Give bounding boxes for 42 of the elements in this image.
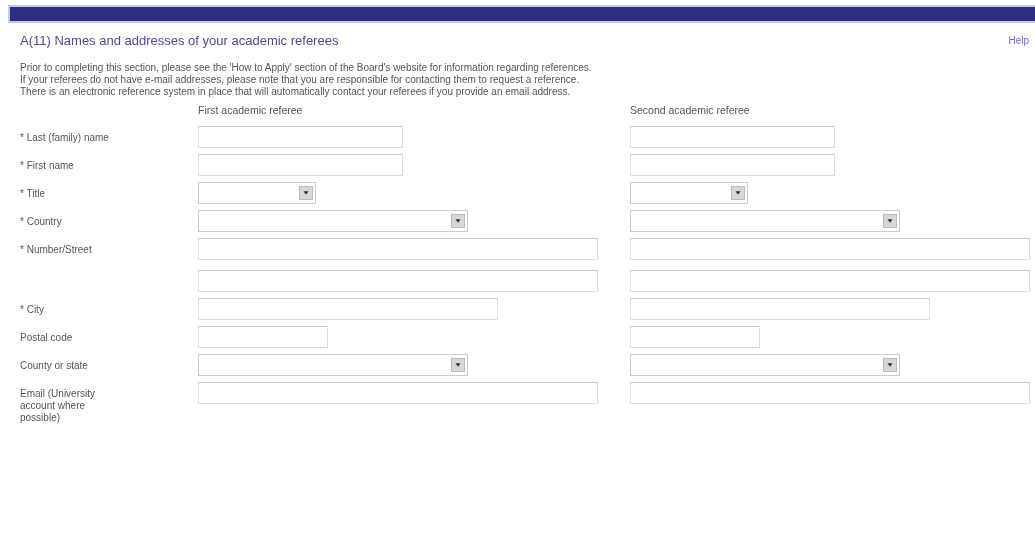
field-label: * Title (20, 188, 45, 199)
column-heading: Second academic referee (630, 104, 750, 116)
caret-icon (731, 186, 745, 200)
caret-icon (451, 358, 465, 372)
field-label: Postal code (20, 332, 73, 343)
help-link[interactable]: Help (1008, 35, 1029, 46)
field-label: * Number/Street (20, 244, 92, 255)
caret-icon (299, 186, 313, 200)
text-field[interactable] (630, 154, 835, 176)
section-title: A(11) Names and addresses of your academic referees (20, 33, 339, 48)
field-label: County or state (20, 360, 88, 371)
text-field[interactable] (630, 298, 930, 320)
dropdown[interactable] (630, 210, 900, 232)
instruction-text: If your referees do not have e-mail addresses, please note that you are responsible for contacting them to request a reference. (20, 74, 581, 86)
text-field[interactable] (198, 126, 403, 148)
caret-icon (883, 214, 897, 228)
text-field[interactable] (198, 270, 598, 292)
text-field[interactable] (198, 298, 498, 320)
text-field[interactable] (630, 238, 1030, 260)
field-label: * Country (20, 216, 62, 227)
text-field[interactable] (630, 270, 1030, 292)
text-field[interactable] (198, 238, 598, 260)
dropdown[interactable] (630, 182, 748, 204)
field-label: * Last (family) name (20, 132, 109, 143)
field-label: Email (University account where possible) (20, 388, 95, 423)
field-label: * First name (20, 160, 74, 171)
text-field[interactable] (198, 382, 598, 404)
instruction-text: Prior to completing this section, please see the 'How to Apply' section of the Board's website for information regarding references. (20, 62, 593, 74)
text-field[interactable] (198, 326, 328, 348)
field-label: * City (20, 304, 44, 315)
text-field[interactable] (198, 154, 403, 176)
column-heading: First academic referee (198, 104, 303, 116)
dropdown[interactable] (198, 210, 468, 232)
text-field[interactable] (630, 382, 1030, 404)
instruction-text: There is an electronic reference system in place that will automatically contact your referees if you provide an email address. (20, 86, 572, 98)
text-field[interactable] (630, 126, 835, 148)
text-field[interactable] (630, 326, 760, 348)
dropdown[interactable] (198, 354, 468, 376)
caret-icon (451, 214, 465, 228)
caret-icon (883, 358, 897, 372)
dropdown[interactable] (630, 354, 900, 376)
dropdown[interactable] (198, 182, 316, 204)
